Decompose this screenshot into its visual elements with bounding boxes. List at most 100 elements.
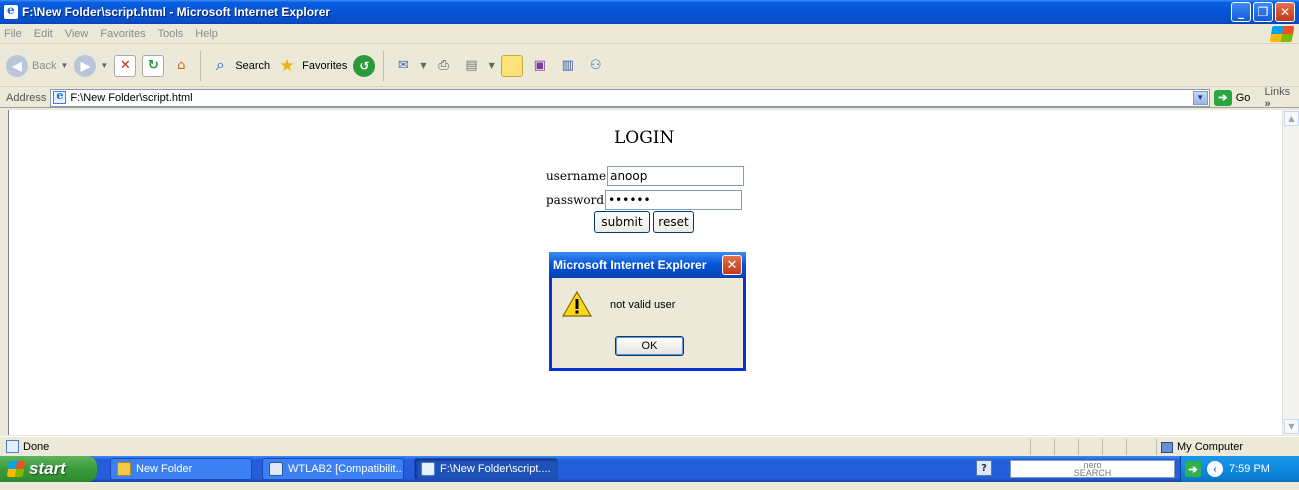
clock: 7:59 PM — [1229, 463, 1270, 475]
windows-logo-icon — [6, 461, 26, 477]
address-bar: Address F:\New Folder\script.html ▼ ➔ Go… — [0, 86, 1299, 110]
menu-file[interactable]: File — [4, 28, 22, 40]
menu-edit[interactable]: Edit — [34, 28, 53, 40]
back-arrow-icon: ◀ — [6, 54, 28, 77]
menu-bar: File Edit View Favorites Tools Help — [0, 24, 1299, 44]
alert-dialog: Microsoft Internet Explorer ✕ not valid … — [549, 252, 746, 371]
system-tray: ➔ ‹ 7:59 PM — [1180, 456, 1299, 482]
nero-sub: SEARCH — [1073, 468, 1112, 478]
warning-icon — [562, 290, 592, 317]
forward-button[interactable]: ▶ ▼ — [74, 54, 108, 77]
ie-icon — [4, 3, 18, 19]
windows-logo-icon — [1269, 26, 1295, 42]
go-arrow-icon[interactable]: ➔ — [1185, 461, 1201, 477]
submit-button[interactable]: submit — [594, 211, 650, 233]
edit-icon[interactable]: ▤ — [461, 55, 483, 77]
search-button[interactable]: ⌕ Search — [209, 55, 270, 77]
search-label: Search — [235, 59, 271, 72]
go-button[interactable]: ➔ Go — [1213, 89, 1251, 106]
favorites-button[interactable]: ★ Favorites — [276, 55, 348, 77]
home-icon[interactable]: ⌂ — [170, 55, 192, 77]
status-bar: Done My Computer — [0, 436, 1299, 456]
address-value: F:\New Folder\script.html — [70, 91, 193, 104]
status-panel — [1030, 439, 1054, 455]
scroll-up-icon[interactable]: ▲ — [1284, 111, 1299, 126]
dialog-title: Microsoft Internet Explorer — [553, 258, 707, 272]
start-button[interactable]: start — [0, 456, 97, 482]
reset-button[interactable]: reset — [653, 211, 694, 233]
messenger-icon[interactable]: ▥ — [557, 55, 579, 77]
status-done: Done — [0, 440, 49, 453]
start-label: start — [29, 459, 66, 478]
menu-tools[interactable]: Tools — [158, 28, 184, 40]
links-label: Links — [1264, 85, 1291, 98]
ie-icon — [421, 462, 435, 476]
window-controls: _ ❐ ✕ — [1231, 2, 1295, 22]
ok-button[interactable]: OK — [615, 336, 684, 356]
chevron-down-icon[interactable]: ▼ — [100, 61, 108, 70]
nero-search-field[interactable]: nero SEARCH — [1010, 460, 1175, 478]
refresh-icon[interactable]: ↻ — [142, 54, 165, 77]
computer-icon — [1161, 441, 1173, 453]
chevron-right-icon: » — [1264, 97, 1271, 110]
maximize-button[interactable]: ❐ — [1253, 2, 1273, 22]
forward-arrow-icon: ▶ — [74, 54, 97, 77]
status-panels — [1030, 439, 1150, 455]
scroll-down-icon[interactable]: ▼ — [1284, 419, 1299, 434]
links-button[interactable]: Links » — [1264, 86, 1299, 110]
password-label: password — [546, 193, 605, 207]
zone-label: My Computer — [1177, 441, 1244, 453]
vertical-scrollbar[interactable]: ▲ ▼ — [1282, 110, 1299, 435]
page-content: LOGIN username password submit reset Mic… — [8, 110, 1299, 435]
back-arrow-icon[interactable]: ‹ — [1207, 461, 1223, 477]
page-icon — [6, 440, 19, 453]
search-icon: ⌕ — [215, 56, 225, 74]
address-label: Address — [6, 91, 47, 104]
password-row: password — [546, 190, 743, 210]
research-icon[interactable]: ▣ — [529, 55, 551, 77]
back-label: Back — [32, 59, 57, 72]
history-icon[interactable]: ↺ — [353, 54, 376, 77]
word-doc-icon — [269, 462, 283, 476]
status-panel — [1054, 439, 1078, 455]
password-field[interactable] — [605, 190, 743, 210]
back-button[interactable]: ◀ Back ▼ — [6, 54, 68, 77]
help-icon[interactable]: ? — [976, 460, 992, 476]
task-new-folder[interactable]: New Folder — [110, 458, 252, 480]
chevron-down-icon[interactable]: ▼ — [420, 61, 426, 70]
toolbar-separator — [200, 50, 202, 81]
window-titlebar[interactable]: F:\New Folder\script.html - Microsoft In… — [0, 0, 1299, 24]
taskbar: start New Folder WTLAB2 [Compatibilit...… — [0, 456, 1299, 482]
username-field[interactable] — [607, 166, 745, 186]
go-arrow-icon: ➔ — [1213, 89, 1232, 106]
people-icon[interactable]: ⚇ — [585, 55, 607, 77]
minimize-button[interactable]: _ — [1231, 2, 1251, 22]
username-label: username — [546, 169, 607, 183]
security-zone: My Computer — [1156, 439, 1243, 455]
menu-favorites[interactable]: Favorites — [100, 28, 145, 40]
go-label: Go — [1235, 91, 1251, 104]
status-panel — [1078, 439, 1102, 455]
chevron-down-icon[interactable]: ▼ — [1192, 90, 1208, 105]
folder-icon — [117, 462, 131, 476]
status-panel — [1102, 439, 1126, 455]
task-wtlab2[interactable]: WTLAB2 [Compatibilit... — [262, 458, 404, 480]
task-ie-script[interactable]: F:\New Folder\script.... — [414, 458, 558, 480]
chevron-down-icon[interactable]: ▼ — [489, 61, 495, 70]
close-button[interactable]: ✕ — [1275, 2, 1295, 22]
menu-help[interactable]: Help — [195, 28, 218, 40]
address-input[interactable]: F:\New Folder\script.html ▼ — [50, 88, 1210, 107]
stop-icon[interactable]: ✕ — [114, 54, 137, 77]
mail-icon[interactable]: ✉ — [392, 55, 414, 77]
discuss-icon[interactable] — [500, 54, 523, 77]
window-title: F:\New Folder\script.html - Microsoft In… — [22, 5, 331, 19]
status-text: Done — [23, 440, 50, 453]
menu-view[interactable]: View — [65, 28, 89, 40]
star-icon: ★ — [279, 55, 295, 75]
chevron-down-icon[interactable]: ▼ — [60, 61, 68, 70]
page-icon — [53, 89, 67, 104]
task-label: F:\New Folder\script.... — [440, 463, 551, 475]
print-icon[interactable]: ⎙ — [433, 55, 455, 77]
dialog-close-button[interactable]: ✕ — [722, 255, 742, 275]
dialog-titlebar[interactable]: Microsoft Internet Explorer — [549, 252, 746, 278]
